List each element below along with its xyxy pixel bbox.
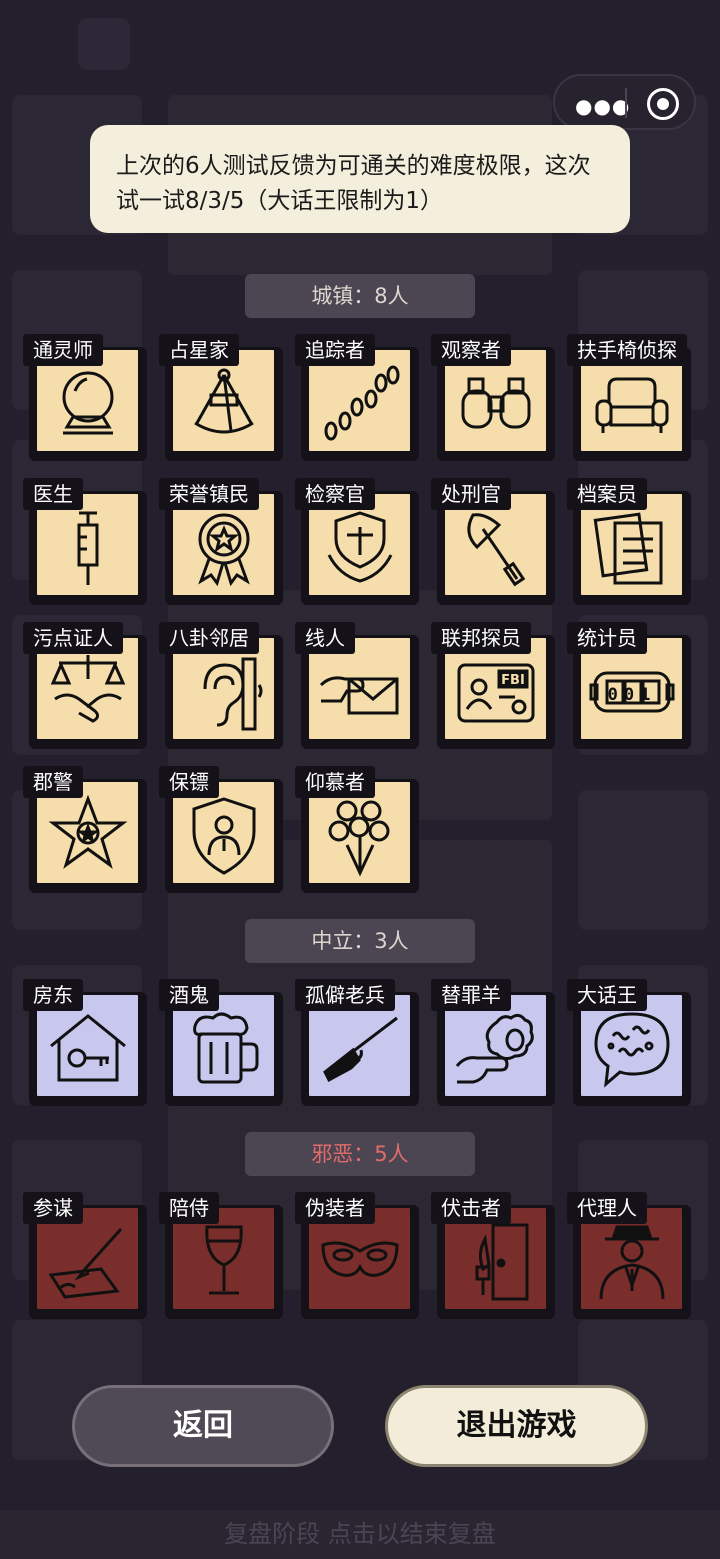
fbi-badge-icon: FBI	[457, 663, 535, 723]
ear-icon	[203, 657, 263, 731]
role-name: 追踪者	[295, 334, 375, 366]
role-name: 统计员	[567, 622, 647, 654]
role-card-archivist[interactable]: 档案员	[567, 478, 691, 605]
section-header-town: 城镇：8人	[245, 274, 475, 318]
role-card-astrologer[interactable]: 占星家	[159, 334, 283, 461]
svg-text:001: 001	[608, 685, 657, 705]
role-name: 房东	[23, 979, 83, 1011]
notice-bubble: 上次的6人测试反馈为可通关的难度极限，这次试一试8/3/5（大话王限制为1）	[90, 125, 630, 233]
svg-text:FBI: FBI	[501, 673, 525, 688]
mask-icon	[321, 1241, 399, 1277]
beer-mug-icon	[193, 1012, 259, 1084]
role-card-tainted-witness[interactable]: 污点证人	[23, 622, 147, 749]
role-card-bodyguard[interactable]: 保镖	[159, 766, 283, 893]
settings-icon	[78, 18, 130, 70]
role-card-federal-agent[interactable]: FBI 联邦探员	[431, 622, 555, 749]
bodyguard-shield-icon	[192, 797, 256, 875]
role-card-admirer[interactable]: 仰慕者	[295, 766, 419, 893]
role-name: 联邦探员	[431, 622, 531, 654]
role-card-medium[interactable]: 通灵师	[23, 334, 147, 461]
role-card-gossip-neighbor[interactable]: 八卦邻居	[159, 622, 283, 749]
role-card-honorary-citizen[interactable]: 荣誉镇民	[159, 478, 283, 605]
wine-glass-icon	[205, 1225, 243, 1295]
knife-door-icon	[475, 1223, 529, 1301]
role-card-doctor[interactable]: 医生	[23, 478, 147, 605]
role-card-sheriff[interactable]: 郡警	[23, 766, 147, 893]
role-card-statistician[interactable]: 001 统计员	[567, 622, 691, 749]
role-card-drunk[interactable]: 酒鬼	[159, 979, 283, 1106]
review-phase-footer[interactable]: 复盘阶段 点击以结束复盘	[0, 1510, 720, 1559]
role-name: 替罪羊	[431, 979, 511, 1011]
justice-badge-icon	[327, 511, 393, 583]
section-header-evil: 邪恶：5人	[245, 1132, 475, 1176]
role-name: 处刑官	[431, 478, 511, 510]
role-card-strategist[interactable]: 参谋	[23, 1192, 147, 1319]
role-name: 伪装者	[295, 1192, 375, 1224]
role-name: 荣誉镇民	[159, 478, 259, 510]
syringe-icon	[77, 511, 99, 585]
role-card-observer[interactable]: 观察者	[431, 334, 555, 461]
role-card-armchair-detective[interactable]: 扶手椅侦探	[567, 334, 691, 461]
role-card-ambusher[interactable]: 伏击者	[431, 1192, 555, 1319]
role-card-agent[interactable]: 代理人	[567, 1192, 691, 1319]
role-name: 档案员	[567, 478, 647, 510]
armchair-icon	[595, 377, 669, 433]
documents-icon	[593, 512, 663, 585]
counter-icon: 001	[589, 671, 675, 713]
role-card-prosecutor[interactable]: 检察官	[295, 478, 419, 605]
role-name: 扶手椅侦探	[567, 334, 687, 366]
role-name: 伏击者	[431, 1192, 511, 1224]
sheep-pointing-icon	[455, 1013, 534, 1084]
speech-bubble-icon	[594, 1012, 670, 1088]
house-key-icon	[50, 1014, 126, 1082]
capsule-divider	[625, 88, 627, 118]
role-name: 观察者	[431, 334, 511, 366]
role-name: 郡警	[23, 766, 83, 798]
sextant-icon	[194, 368, 254, 434]
target-ring-icon[interactable]	[647, 88, 679, 120]
exit-game-button[interactable]: 退出游戏	[385, 1385, 648, 1467]
role-card-landlord[interactable]: 房东	[23, 979, 147, 1106]
role-name: 仰慕者	[295, 766, 375, 798]
role-name: 参谋	[23, 1192, 83, 1224]
binoculars-icon	[461, 377, 531, 429]
role-card-disguiser[interactable]: 伪装者	[295, 1192, 419, 1319]
rifle-icon	[323, 1016, 398, 1083]
more-dots-icon[interactable]: ●●●	[575, 94, 630, 118]
bouquet-icon	[328, 800, 390, 877]
back-button[interactable]: 返回	[72, 1385, 334, 1467]
role-name: 孤僻老兵	[295, 979, 395, 1011]
medal-icon	[198, 513, 250, 587]
bg-player-slot	[578, 790, 708, 930]
suited-man-icon	[599, 1225, 665, 1300]
role-card-escort[interactable]: 陪侍	[159, 1192, 283, 1319]
role-name: 八卦邻居	[159, 622, 259, 654]
role-card-tracker[interactable]: 追踪者	[295, 334, 419, 461]
footprints-icon	[324, 365, 400, 441]
role-card-scapegoat[interactable]: 替罪羊	[431, 979, 555, 1106]
role-name: 占星家	[159, 334, 239, 366]
role-name: 检察官	[295, 478, 375, 510]
role-card-executioner[interactable]: 处刑官	[431, 478, 555, 605]
crystal-ball-icon	[62, 371, 114, 435]
envelope-hand-icon	[319, 676, 399, 715]
role-name: 污点证人	[23, 622, 123, 654]
role-name: 代理人	[567, 1192, 647, 1224]
role-card-informant[interactable]: 线人	[295, 622, 419, 749]
scales-handshake-icon	[50, 655, 126, 723]
role-name: 线人	[295, 622, 355, 654]
role-name: 通灵师	[23, 334, 103, 366]
role-card-liar[interactable]: 大话王	[567, 979, 691, 1106]
role-name: 保镖	[159, 766, 219, 798]
role-name: 陪侍	[159, 1192, 219, 1224]
sheriff-star-icon	[48, 794, 128, 869]
role-name: 医生	[23, 478, 83, 510]
axe-icon	[467, 513, 526, 587]
section-header-neutral: 中立：3人	[245, 919, 475, 963]
role-name: 大话王	[567, 979, 647, 1011]
mini-program-capsule: ●●●	[553, 74, 696, 130]
role-card-reclusive-veteran[interactable]: 孤僻老兵	[295, 979, 419, 1106]
role-name: 酒鬼	[159, 979, 219, 1011]
pen-paper-icon	[48, 1227, 123, 1299]
